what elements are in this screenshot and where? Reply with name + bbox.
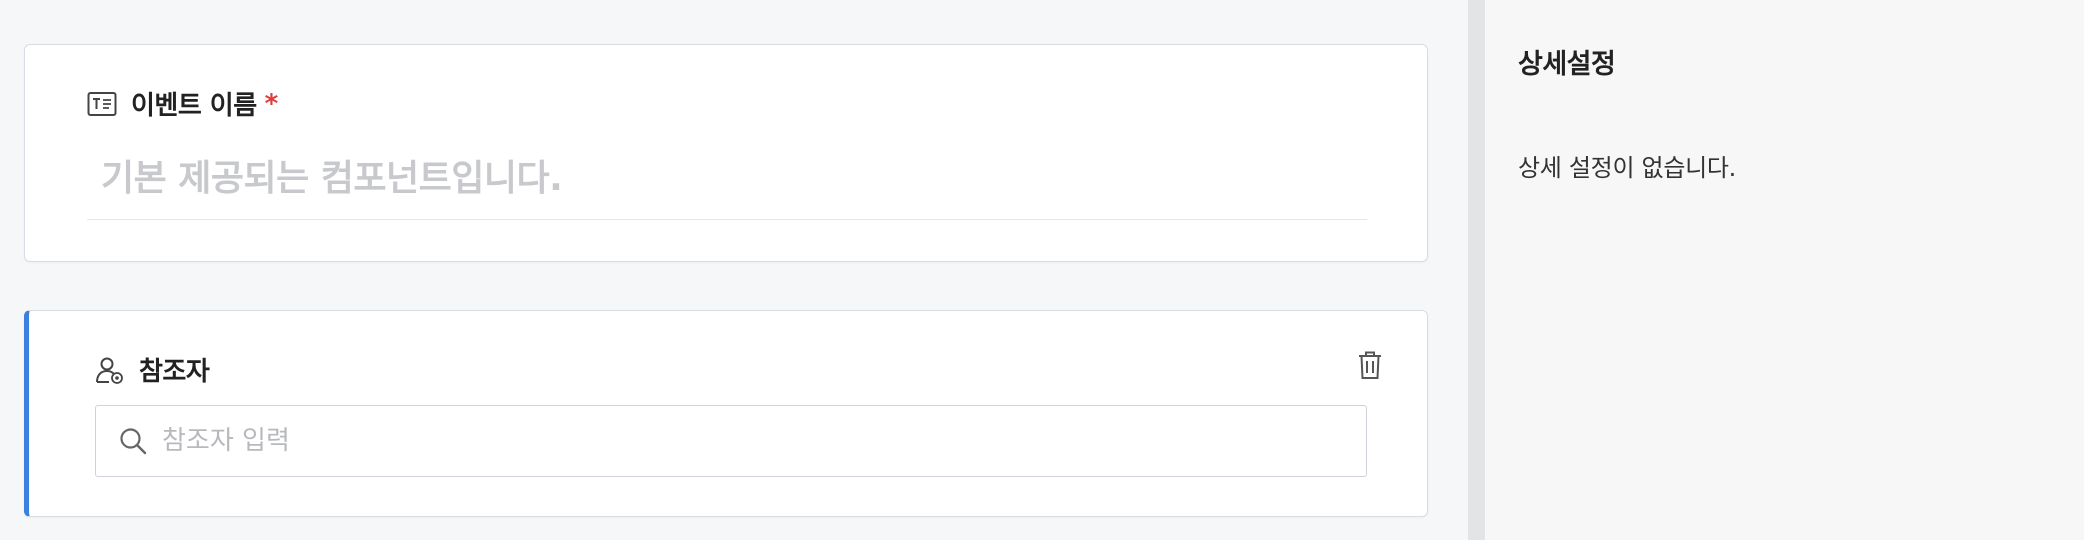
trash-icon [1355,349,1385,381]
delete-field-button[interactable] [1355,349,1389,383]
participant-icon [95,355,125,385]
panel-title: 상세설정 [1518,49,1616,80]
field-label: 참조자 [139,357,210,387]
participant-search-box[interactable] [95,405,1367,477]
search-icon [118,426,148,456]
participant-field-card[interactable]: 참조자 [24,310,1428,517]
field-underline [87,219,1367,220]
event-name-placeholder: 기본 제공되는 컴포넌트입니다. [101,158,563,199]
participant-search-input[interactable] [162,426,1262,456]
field-header: 이벤트 이름 * [87,85,278,122]
panel-splitter[interactable] [1468,0,1485,540]
event-name-field-card[interactable]: 이벤트 이름 * 기본 제공되는 컴포넌트입니다. [24,44,1428,262]
empty-settings-message: 상세 설정이 없습니다. [1518,154,1737,182]
field-label: 이벤트 이름 [131,91,257,121]
field-header: 참조자 [95,351,210,388]
settings-panel: 상세설정 상세 설정이 없습니다. [1485,0,2084,540]
required-marker: * [264,88,279,119]
text-field-icon [87,91,117,117]
form-canvas: 이벤트 이름 * 기본 제공되는 컴포넌트입니다. 참조자 [0,0,1468,540]
form-builder: 이벤트 이름 * 기본 제공되는 컴포넌트입니다. 참조자 참조자 입력 상세설… [0,0,2084,540]
